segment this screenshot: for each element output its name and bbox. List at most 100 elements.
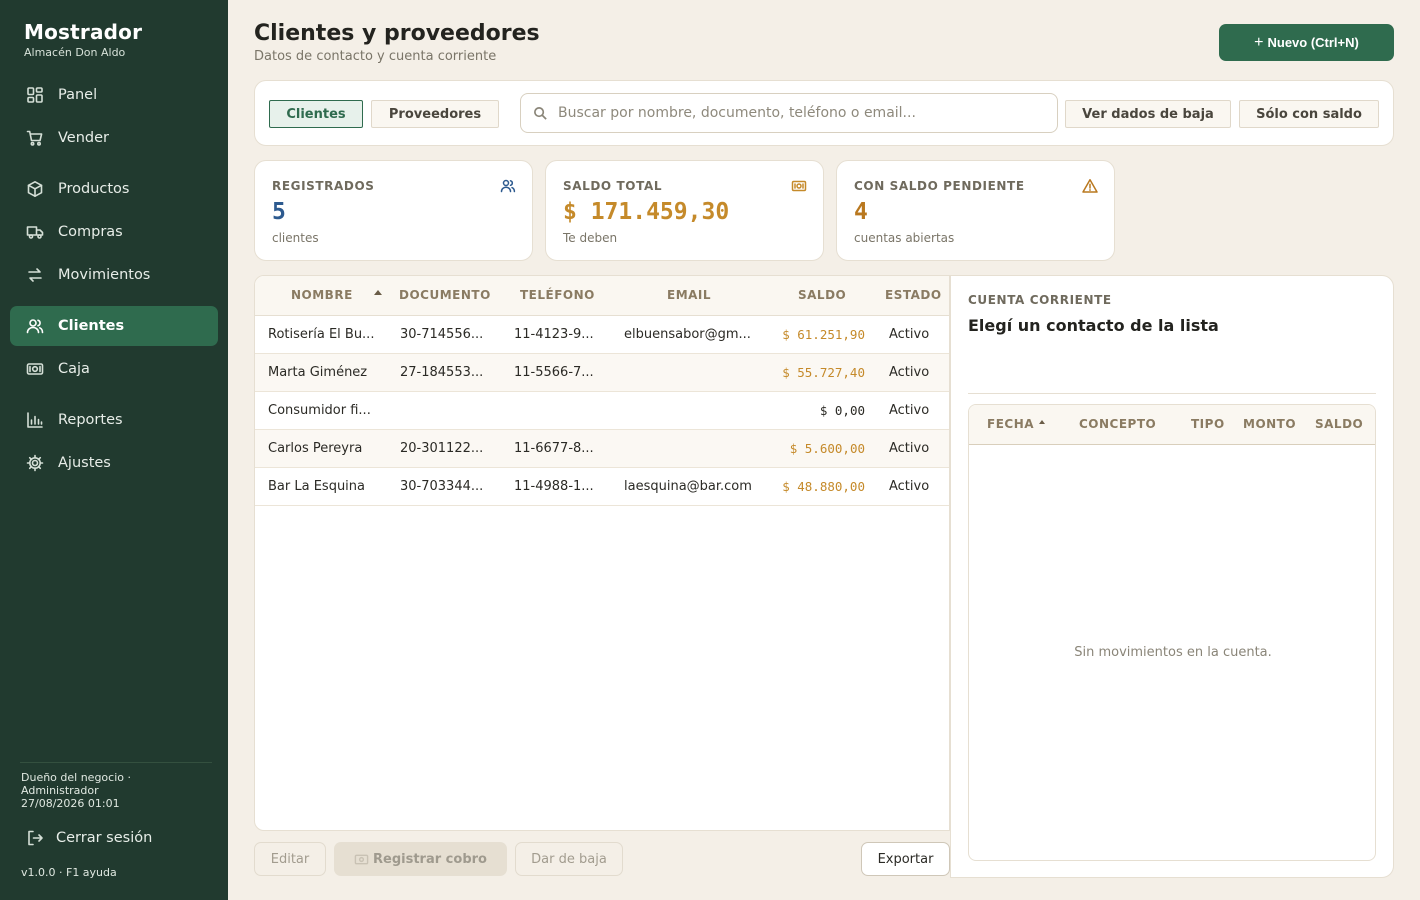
stat-value: 5 xyxy=(272,199,286,225)
cell-saldo: $ 55.727,40 xyxy=(782,365,865,380)
new-contact-button[interactable]: + Nuevo (Ctrl+N) xyxy=(1219,24,1394,61)
table-row[interactable]: Bar La Esquina 30-703344... 11-4988-1...… xyxy=(255,468,949,506)
sidebar-item-movimientos[interactable]: Movimientos xyxy=(10,255,218,295)
cash-icon xyxy=(354,852,369,867)
show-inactive-toggle[interactable]: Ver dados de baja xyxy=(1065,100,1231,128)
table-header: NOMBRE DOCUMENTO TELÉFONO EMAIL SALDO ES… xyxy=(255,276,949,316)
table-row[interactable]: Consumidor fi... $ 0,00 Activo xyxy=(255,392,949,430)
sort-asc-icon xyxy=(1039,420,1045,424)
stat-card-saldo-total: SALDO TOTAL $ 171.459,30 Te deben xyxy=(545,160,824,261)
cell-documento: 30-703344... xyxy=(400,479,484,494)
column-header-tipo[interactable]: TIPO xyxy=(1191,417,1225,431)
cell-telefono: 11-6677-8... xyxy=(514,441,594,456)
cell-nombre: Carlos Pereyra xyxy=(268,441,363,456)
warning-icon xyxy=(1082,178,1098,194)
user-info: Dueño del negocio · Administrador 27/08/… xyxy=(21,771,211,810)
cart-icon xyxy=(26,129,44,147)
users-icon xyxy=(500,178,516,194)
cell-saldo: $ 5.600,00 xyxy=(789,441,865,456)
cell-documento: 20-301122... xyxy=(400,441,484,456)
stat-value: $ 171.459,30 xyxy=(563,199,730,225)
only-with-balance-toggle[interactable]: Sólo con saldo xyxy=(1239,100,1379,128)
panel-title: Elegí un contacto de la lista xyxy=(968,316,1219,335)
dashboard-icon xyxy=(26,86,44,104)
box-icon xyxy=(26,180,44,198)
sidebar-item-ajustes[interactable]: Ajustes xyxy=(10,443,218,483)
current-datetime: 27/08/2026 01:01 xyxy=(21,797,120,810)
stat-label: SALDO TOTAL xyxy=(563,179,663,193)
empty-state: Sin movimientos en la cuenta. xyxy=(1074,645,1272,660)
sidebar-item-label: Vender xyxy=(58,130,109,146)
table-row[interactable]: Marta Giménez 27-184553... 11-5566-7... … xyxy=(255,354,949,392)
panel-label: CUENTA CORRIENTE xyxy=(968,293,1112,307)
sidebar-item-label: Movimientos xyxy=(58,267,151,283)
sidebar-item-label: Compras xyxy=(58,224,123,240)
users-icon xyxy=(26,317,44,335)
column-header-fecha[interactable]: FECHA xyxy=(987,417,1034,431)
truck-icon xyxy=(26,223,44,241)
sidebar-item-compras[interactable]: Compras xyxy=(10,212,218,252)
stat-note: clientes xyxy=(272,231,319,245)
sidebar-item-panel[interactable]: Panel xyxy=(10,75,218,115)
table-row[interactable]: Carlos Pereyra 20-301122... 11-6677-8...… xyxy=(255,430,949,468)
sidebar-item-vender[interactable]: Vender xyxy=(10,118,218,158)
app-title: Mostrador xyxy=(24,20,143,44)
table-row[interactable]: Rotisería El Bu... 30-714556... 11-4123-… xyxy=(255,316,949,354)
column-header-estado[interactable]: ESTADO xyxy=(885,288,942,302)
movements-table: FECHA CONCEPTO TIPO MONTO SALDO Sin movi… xyxy=(968,404,1376,861)
page-subtitle: Datos de contacto y cuenta corriente xyxy=(254,49,497,64)
sidebar-item-clientes[interactable]: Clientes xyxy=(10,306,218,346)
export-button[interactable]: Exportar xyxy=(861,842,950,876)
cell-email: laesquina@bar.com xyxy=(624,479,752,494)
cell-saldo: $ 61.251,90 xyxy=(782,327,865,342)
contacts-table: NOMBRE DOCUMENTO TELÉFONO EMAIL SALDO ES… xyxy=(254,275,950,831)
tab-clientes[interactable]: Clientes xyxy=(269,100,363,128)
edit-button[interactable]: Editar xyxy=(254,842,326,876)
column-header-nombre[interactable]: NOMBRE xyxy=(291,288,353,302)
cell-email: elbuensabor@gm... xyxy=(624,327,751,342)
plus-icon: + xyxy=(1254,33,1264,51)
column-header-saldo[interactable]: SALDO xyxy=(1315,417,1363,431)
sort-asc-icon xyxy=(374,290,382,295)
cell-estado: Activo xyxy=(889,479,930,494)
logout-icon xyxy=(26,829,44,847)
column-header-email[interactable]: EMAIL xyxy=(667,288,711,302)
chart-icon xyxy=(26,411,44,429)
stat-note: Te deben xyxy=(563,231,618,245)
sidebar-divider xyxy=(20,762,212,763)
cell-nombre: Rotisería El Bu... xyxy=(268,327,375,342)
column-header-documento[interactable]: DOCUMENTO xyxy=(399,288,491,302)
store-name: Almacén Don Aldo xyxy=(24,46,126,59)
version-info: v1.0.0 · F1 ayuda xyxy=(21,866,117,879)
cell-nombre: Marta Giménez xyxy=(268,365,368,380)
sidebar-item-label: Reportes xyxy=(58,412,123,428)
sidebar-item-label: Clientes xyxy=(58,318,125,334)
cell-documento: 30-714556... xyxy=(400,327,484,342)
search-input[interactable] xyxy=(558,105,1038,121)
sidebar-item-label: Caja xyxy=(58,361,90,377)
user-role: Dueño del negocio · xyxy=(21,771,131,784)
stat-note: cuentas abiertas xyxy=(854,231,955,245)
logout-button[interactable]: Cerrar sesión xyxy=(10,818,218,858)
cell-estado: Activo xyxy=(889,365,930,380)
cell-nombre: Consumidor fi... xyxy=(268,403,371,418)
register-payment-button[interactable]: Registrar cobro xyxy=(334,842,507,876)
deactivate-button[interactable]: Dar de baja xyxy=(515,842,623,876)
column-header-telefono[interactable]: TELÉFONO xyxy=(520,288,595,302)
tab-proveedores[interactable]: Proveedores xyxy=(371,100,499,128)
stat-label: REGISTRADOS xyxy=(272,179,375,193)
sidebar-item-caja[interactable]: Caja xyxy=(10,349,218,389)
cell-telefono: 11-5566-7... xyxy=(514,365,594,380)
stat-value: 4 xyxy=(854,199,868,225)
column-header-concepto[interactable]: CONCEPTO xyxy=(1079,417,1156,431)
panel-divider xyxy=(968,393,1376,394)
column-header-monto[interactable]: MONTO xyxy=(1243,417,1296,431)
gear-icon xyxy=(26,454,44,472)
sidebar-item-label: Ajustes xyxy=(58,455,111,471)
cell-nombre: Bar La Esquina xyxy=(268,479,365,494)
column-header-saldo[interactable]: SALDO xyxy=(798,288,846,302)
cash-icon xyxy=(791,178,807,194)
sidebar-item-reportes[interactable]: Reportes xyxy=(10,400,218,440)
sidebar-item-productos[interactable]: Productos xyxy=(10,169,218,209)
cell-documento: 27-184553... xyxy=(400,365,484,380)
